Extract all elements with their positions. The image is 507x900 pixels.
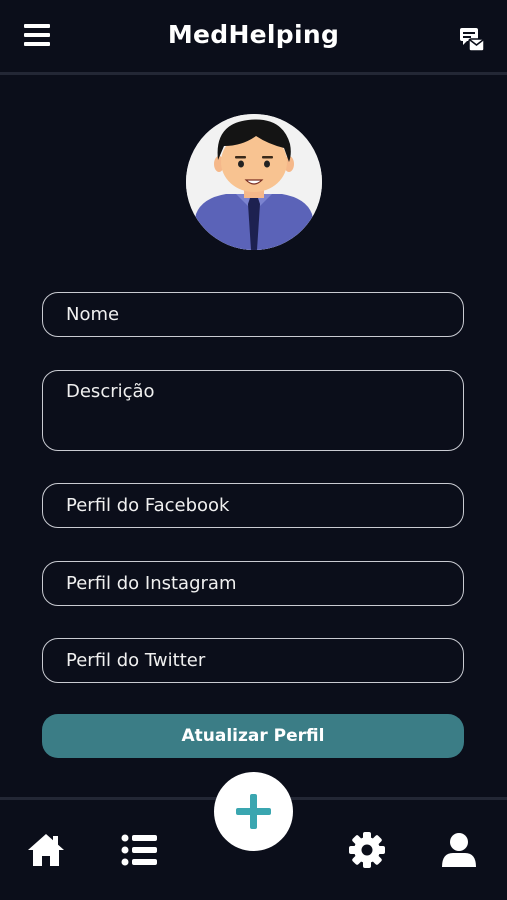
name-input[interactable] bbox=[42, 292, 464, 337]
app-header: MedHelping bbox=[0, 0, 507, 72]
instagram-profile-input[interactable] bbox=[42, 561, 464, 606]
plus-icon bbox=[236, 794, 271, 829]
list-icon[interactable] bbox=[120, 830, 160, 870]
home-icon[interactable] bbox=[26, 830, 66, 870]
description-input[interactable] bbox=[42, 370, 464, 451]
gear-icon[interactable] bbox=[347, 830, 387, 870]
messages-icon[interactable] bbox=[457, 26, 485, 52]
app-title: MedHelping bbox=[167, 20, 340, 49]
user-avatar-icon[interactable] bbox=[186, 114, 322, 250]
app-screen: MedHelping Nome Descrição Perfil do Face… bbox=[0, 0, 507, 900]
twitter-profile-input[interactable] bbox=[42, 638, 464, 683]
user-icon[interactable] bbox=[439, 830, 479, 870]
update-profile-button[interactable]: Atualizar Perfil bbox=[42, 714, 464, 758]
add-button[interactable] bbox=[214, 772, 293, 851]
header-divider bbox=[0, 72, 507, 75]
facebook-profile-input[interactable] bbox=[42, 483, 464, 528]
